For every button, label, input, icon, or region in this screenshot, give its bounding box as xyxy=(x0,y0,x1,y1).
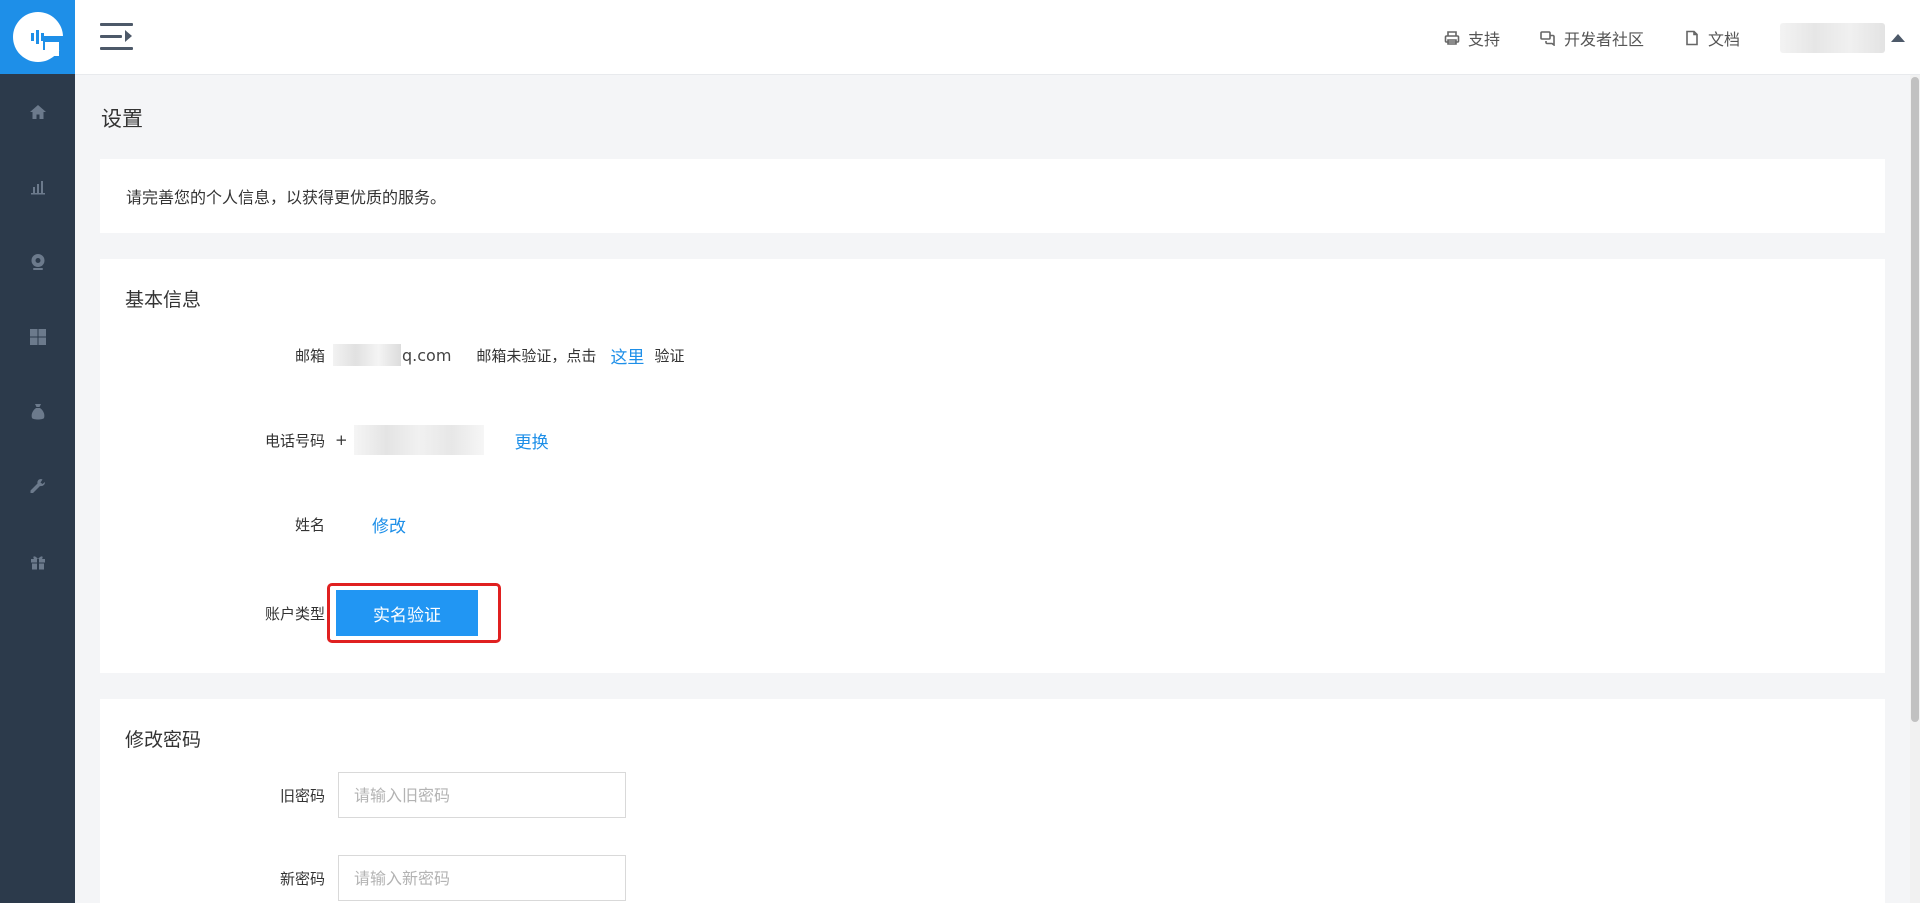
email-row: 邮箱 q.com 邮箱未验证，点击 这里 验证 xyxy=(100,338,684,372)
new-password-input[interactable] xyxy=(338,855,626,901)
sidebar-item-tools[interactable] xyxy=(0,449,75,524)
page-title: 设置 xyxy=(101,107,143,131)
email-status-text: 邮箱未验证，点击 xyxy=(476,346,597,365)
scrollbar[interactable] xyxy=(1910,75,1920,903)
sidebar-item-home[interactable] xyxy=(0,74,75,149)
scrollbar-thumb[interactable] xyxy=(1911,77,1919,722)
caret-up-icon xyxy=(1891,33,1905,42)
email-verify-suffix: 验证 xyxy=(654,346,685,365)
home-icon xyxy=(29,104,46,119)
money-bag-icon xyxy=(31,403,44,419)
new-password-label: 新密码 xyxy=(279,869,325,888)
email-masked xyxy=(333,344,401,366)
phone-masked xyxy=(353,425,484,455)
notice-text: 请完善您的个人信息，以获得更优质的服务。 xyxy=(126,188,447,207)
support-link[interactable]: 支持 xyxy=(1444,26,1500,50)
account-type-label: 账户类型 xyxy=(264,604,325,623)
notice-banner: 请完善您的个人信息，以获得更优质的服务。 xyxy=(100,159,1885,233)
printer-icon xyxy=(1444,30,1460,45)
change-password-card: 修改密码 旧密码 新密码 xyxy=(100,699,1885,903)
phone-row: 电话号码 + 更换 xyxy=(100,423,549,457)
docs-link[interactable]: 文档 xyxy=(1684,26,1740,50)
logo-icon xyxy=(12,12,65,62)
basic-info-title: 基本信息 xyxy=(125,289,202,311)
basic-info-card: 基本信息 邮箱 q.com 邮箱未验证，点击 这里 验证 电话号码 + 更换 姓… xyxy=(100,259,1885,673)
old-password-label: 旧密码 xyxy=(279,786,325,805)
support-label: 支持 xyxy=(1467,29,1500,49)
phone-prefix: + xyxy=(335,431,348,449)
old-password-input[interactable] xyxy=(338,772,626,818)
grid-icon xyxy=(29,328,46,345)
main-content: 设置 请完善您的个人信息，以获得更优质的服务。 基本信息 邮箱 q.com 邮箱… xyxy=(75,75,1920,903)
wrench-icon xyxy=(30,478,45,493)
bar-chart-icon xyxy=(30,180,45,194)
webcam-icon xyxy=(31,253,44,270)
docs-label: 文档 xyxy=(1707,29,1740,49)
sidebar-item-camera[interactable] xyxy=(0,224,75,299)
menu-toggle-icon[interactable] xyxy=(100,22,133,52)
name-row: 姓名 修改 xyxy=(100,507,406,541)
gift-icon xyxy=(30,555,45,569)
email-verify-link[interactable]: 这里 xyxy=(610,343,644,368)
sidebar-item-stats[interactable] xyxy=(0,149,75,224)
document-icon xyxy=(1686,30,1698,45)
sidebar-item-apps[interactable] xyxy=(0,299,75,374)
avatar xyxy=(1780,22,1885,53)
chat-bubbles-icon xyxy=(1540,30,1555,46)
change-password-title: 修改密码 xyxy=(125,729,202,751)
top-bar: 支持 开发者社区 文档 xyxy=(75,0,1920,75)
developer-community-label: 开发者社区 xyxy=(1563,29,1644,49)
phone-change-link[interactable]: 更换 xyxy=(515,428,549,453)
name-label: 姓名 xyxy=(294,515,325,534)
phone-label: 电话号码 xyxy=(264,431,325,450)
sidebar-item-gifts[interactable] xyxy=(0,524,75,599)
new-password-row: 新密码 xyxy=(100,855,626,901)
highlight-box: 实名验证 xyxy=(327,583,501,643)
email-label: 邮箱 xyxy=(294,346,325,365)
app-logo[interactable] xyxy=(0,0,75,74)
sidebar-item-billing[interactable] xyxy=(0,374,75,449)
account-type-row: 账户类型 实名验证 xyxy=(100,581,501,645)
name-edit-link[interactable]: 修改 xyxy=(372,512,406,537)
email-value: q.com xyxy=(402,345,452,365)
developer-community-link[interactable]: 开发者社区 xyxy=(1540,26,1644,50)
sidebar xyxy=(0,0,75,903)
old-password-row: 旧密码 xyxy=(100,772,626,818)
user-menu[interactable] xyxy=(1780,22,1905,53)
real-name-verify-button[interactable]: 实名验证 xyxy=(336,590,478,636)
